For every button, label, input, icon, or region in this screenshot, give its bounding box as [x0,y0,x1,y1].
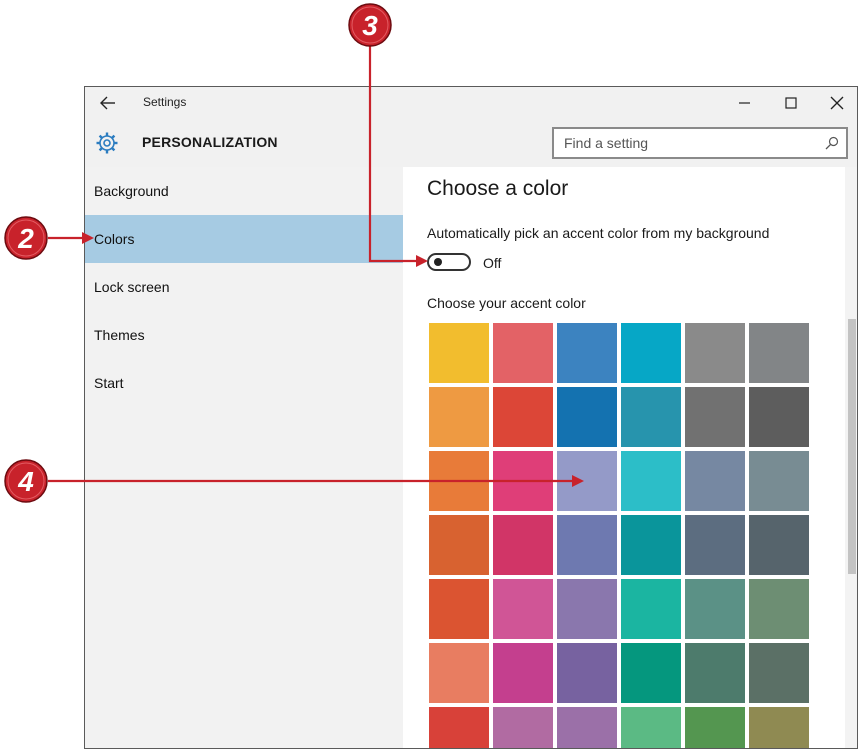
callout-2-badge: 2 [4,216,48,260]
accent-swatch[interactable] [621,643,681,703]
scrollbar-thumb[interactable] [848,319,856,574]
accent-swatch[interactable] [621,707,681,748]
accent-swatch[interactable] [557,451,617,511]
accent-swatch[interactable] [493,579,553,639]
accent-swatch[interactable] [685,451,745,511]
callout-4-label: 4 [17,466,34,497]
callout-3-label: 3 [362,10,378,41]
accent-swatch[interactable] [749,515,809,575]
callout-3-badge: 3 [348,3,392,47]
sidebar-item-themes[interactable]: Themes [85,311,403,359]
accent-swatch[interactable] [557,707,617,748]
accent-swatch[interactable] [621,515,681,575]
scrollbar[interactable] [845,167,857,748]
sidebar-item-colors[interactable]: Colors [85,215,403,263]
accent-swatch[interactable] [557,387,617,447]
accent-swatch[interactable] [557,515,617,575]
section-title: Choose a color [427,177,569,200]
sidebar-item-start[interactable]: Start [85,359,403,407]
accent-swatch[interactable] [429,323,489,383]
accent-swatch[interactable] [749,387,809,447]
auto-accent-toggle[interactable] [427,253,471,271]
accent-swatch[interactable] [685,579,745,639]
auto-accent-label: Automatically pick an accent color from … [427,225,770,241]
accent-swatch[interactable] [621,579,681,639]
window-title: Settings [143,95,187,109]
accent-swatch[interactable] [493,643,553,703]
search-input[interactable] [554,129,814,157]
close-icon[interactable] [827,93,847,113]
accent-swatch[interactable] [749,707,809,748]
accent-swatch[interactable] [621,451,681,511]
toggle-state-label: Off [483,255,502,271]
accent-swatch[interactable] [557,579,617,639]
search-box[interactable] [552,127,848,159]
accent-swatch[interactable] [749,323,809,383]
callout-4-badge: 4 [4,459,48,503]
accent-swatch[interactable] [749,451,809,511]
accent-swatch[interactable] [493,323,553,383]
sidebar-item-background[interactable]: Background [85,167,403,215]
title-bar: Settings [85,87,857,119]
accent-swatch[interactable] [685,323,745,383]
accent-swatch[interactable] [557,323,617,383]
accent-swatch[interactable] [429,707,489,748]
accent-swatch[interactable] [429,643,489,703]
gear-icon [96,132,118,154]
search-icon[interactable] [824,135,840,151]
accent-swatch[interactable] [429,387,489,447]
accent-swatch[interactable] [685,643,745,703]
accent-swatch[interactable] [493,707,553,748]
accent-swatch[interactable] [493,387,553,447]
page-heading: PERSONALIZATION [142,134,278,150]
settings-window: Settings PERSONALIZATION Find a setting … [84,86,858,749]
accent-color-grid [429,323,813,748]
accent-swatch[interactable] [685,387,745,447]
accent-swatch[interactable] [429,451,489,511]
minimize-icon[interactable] [735,93,755,113]
accent-swatch[interactable] [749,579,809,639]
accent-swatch[interactable] [429,579,489,639]
accent-swatch[interactable] [557,643,617,703]
accent-swatch[interactable] [493,451,553,511]
accent-swatch[interactable] [685,707,745,748]
callout-2-label: 2 [17,223,34,254]
accent-swatch[interactable] [621,323,681,383]
sidebar: Background Colors Lock screen Themes Sta… [85,167,403,748]
accent-color-label: Choose your accent color [427,295,586,311]
sidebar-item-lock-screen[interactable]: Lock screen [85,263,403,311]
accent-swatch[interactable] [685,515,745,575]
back-arrow-icon[interactable] [97,93,119,113]
content-panel: Choose a color Automatically pick an acc… [403,167,845,748]
toggle-knob [434,258,442,266]
maximize-icon[interactable] [781,93,801,113]
accent-swatch[interactable] [493,515,553,575]
accent-swatch[interactable] [621,387,681,447]
accent-swatch[interactable] [429,515,489,575]
accent-swatch[interactable] [749,643,809,703]
settings-header: PERSONALIZATION [85,119,857,167]
